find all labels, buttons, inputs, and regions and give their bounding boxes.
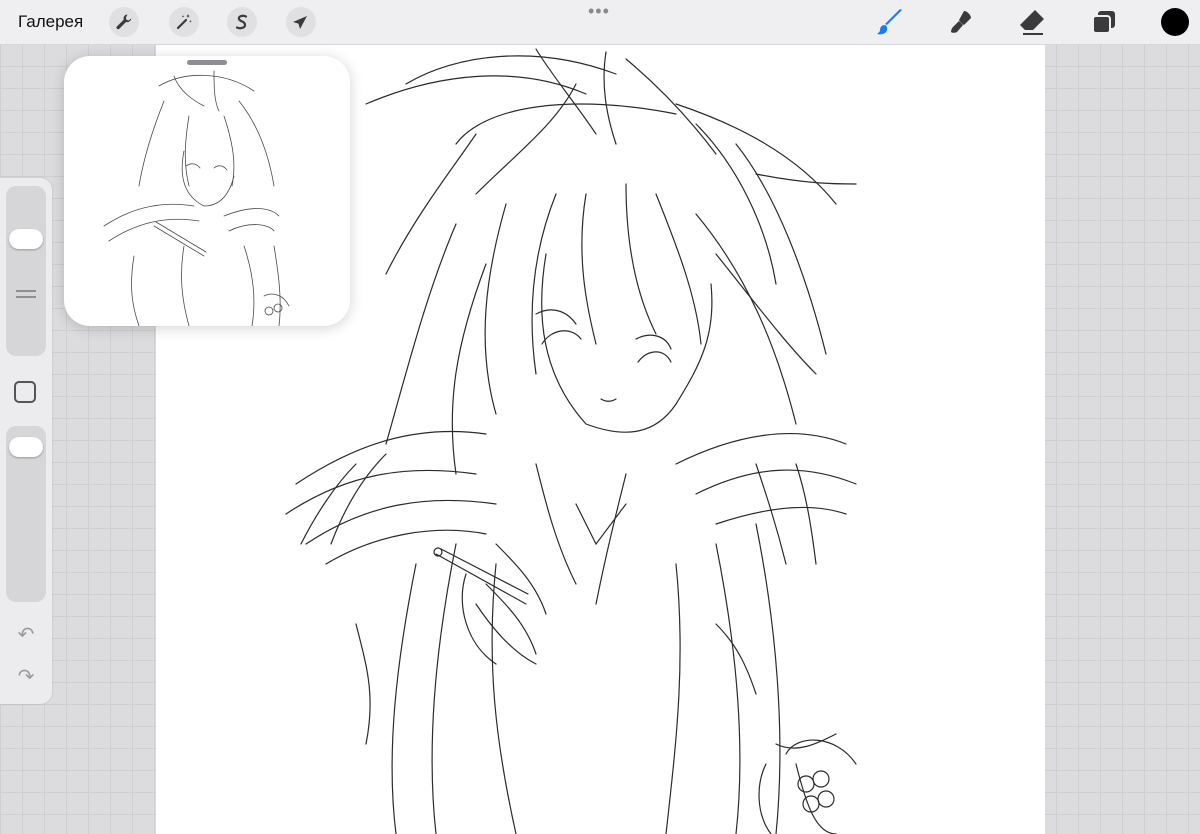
brush-tool-button[interactable] xyxy=(874,6,906,38)
eraser-icon xyxy=(1020,10,1044,35)
smudge-icon xyxy=(951,11,971,33)
opacity-slider[interactable] xyxy=(6,426,46,602)
reference-thumbnail xyxy=(103,70,290,326)
actions-wrench-button[interactable] xyxy=(109,7,139,37)
wrench-icon xyxy=(116,14,132,30)
slider-grip-line xyxy=(16,290,36,292)
left-sidebar: ↶ ↷ xyxy=(0,178,52,704)
reference-window[interactable] xyxy=(64,56,350,326)
magic-wand-icon xyxy=(176,14,192,30)
more-dots-icon[interactable]: ••• xyxy=(588,2,610,20)
opacity-thumb[interactable] xyxy=(9,436,43,457)
smudge-tool-button[interactable] xyxy=(946,6,978,38)
eraser-tool-button[interactable] xyxy=(1016,6,1048,38)
gallery-button[interactable]: Галерея xyxy=(18,12,83,32)
arrow-cursor-icon xyxy=(293,16,307,29)
brush-size-slider[interactable] xyxy=(6,186,46,356)
reference-drag-handle[interactable] xyxy=(187,60,227,65)
layers-button[interactable] xyxy=(1088,6,1120,38)
undo-arrow-icon[interactable]: ↶ xyxy=(14,624,38,644)
slider-grip-line xyxy=(16,296,36,298)
redo-arrow-icon[interactable]: ↷ xyxy=(14,666,38,686)
selection-s-icon xyxy=(235,14,248,30)
color-picker-button[interactable] xyxy=(1161,8,1189,36)
brush-size-thumb[interactable] xyxy=(9,229,43,250)
top-toolbar: Галерея ••• xyxy=(0,0,1200,45)
adjustments-button[interactable] xyxy=(169,7,199,37)
selection-button[interactable] xyxy=(227,7,257,37)
square-modify-icon[interactable] xyxy=(14,381,36,403)
transform-button[interactable] xyxy=(286,7,316,37)
layers-icon xyxy=(1092,11,1115,34)
brush-icon xyxy=(877,9,902,35)
